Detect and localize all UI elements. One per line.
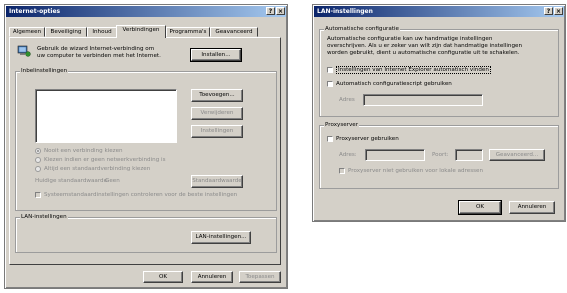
use-proxy-label: Proxyserver gebruiken: [336, 136, 399, 142]
set-default-button[interactable]: Standaardwaarde: [191, 175, 243, 188]
lan-settings-dialog: LAN-instellingen ? × Automatische config…: [312, 4, 566, 222]
auto-config-group-label: Automatische configuratie: [324, 26, 400, 32]
lan-cancel-button[interactable]: Annuleren: [509, 201, 555, 214]
help-button[interactable]: ?: [266, 7, 275, 15]
system-defaults-label: Systeemstandaardinstellingen controleren…: [44, 192, 238, 198]
radio-always-dial-label: Altijd een standaardverbinding kiezen: [44, 166, 151, 172]
add-button[interactable]: Toevoegen...: [191, 89, 243, 102]
advanced-button[interactable]: Geavanceerd...: [489, 149, 545, 161]
proxy-group-label: Proxyserver: [324, 122, 360, 128]
radio-never-dial[interactable]: [35, 148, 41, 154]
auto-config-text-3: worden gebruikt, dient u automatische co…: [327, 50, 520, 56]
current-default-value: Geen: [105, 178, 120, 184]
radio-dial-when-no-network-label: Kiezen indien er geen netwerkverbinding …: [44, 157, 166, 163]
wizard-text-line-1: Gebruik de wizard Internet-verbinding om: [37, 46, 155, 52]
apply-button[interactable]: Toepassen: [239, 271, 281, 283]
internet-options-titlebar: Internet-opties ? ×: [6, 6, 286, 17]
internet-options-dialog: Internet-opties ? × Algemeen Beveiliging…: [4, 4, 288, 289]
lan-help-button[interactable]: ?: [544, 7, 553, 15]
lan-ok-button[interactable]: OK: [458, 200, 502, 215]
tab-inhoud[interactable]: Inhoud: [87, 27, 117, 37]
script-address-label: Adres: [339, 97, 355, 103]
radio-always-dial[interactable]: [35, 166, 41, 172]
current-default-label: Huidige standaardwaarde:: [35, 178, 109, 184]
lan-settings-titlebar: LAN-instellingen ? ×: [314, 6, 564, 17]
auto-detect-label: Instellingen van Internet Explorer autom…: [336, 66, 491, 74]
port-label: Poort:: [432, 152, 449, 158]
radio-never-dial-label: Nooit een verbinding kiezen: [44, 148, 123, 154]
lan-settings-title: LAN-instellingen: [317, 8, 373, 15]
cancel-button[interactable]: Annuleren: [191, 271, 233, 283]
connection-wizard-icon: [17, 45, 31, 57]
script-address-input[interactable]: [363, 94, 483, 106]
tab-programmas[interactable]: Programma's: [166, 27, 210, 37]
use-proxy-checkbox[interactable]: [327, 136, 333, 142]
lan-close-icon[interactable]: ×: [554, 7, 563, 15]
system-defaults-checkbox[interactable]: [35, 192, 41, 198]
dialup-settings-button[interactable]: Instellingen: [191, 125, 243, 138]
dialup-connection-list[interactable]: [35, 89, 177, 143]
install-button[interactable]: Installen...: [190, 48, 242, 62]
tab-geavanceerd[interactable]: Geavanceerd: [210, 27, 258, 37]
internet-options-title: Internet-opties: [9, 8, 61, 15]
lan-settings-group-label: LAN-instellingen: [20, 214, 68, 220]
bypass-local-checkbox[interactable]: [339, 168, 345, 174]
tab-beveiliging[interactable]: Beveiliging: [45, 27, 87, 37]
close-icon[interactable]: ×: [276, 7, 285, 15]
tab-verbindingen[interactable]: Verbindingen: [116, 25, 166, 38]
auto-detect-checkbox[interactable]: [327, 67, 333, 73]
proxy-address-input[interactable]: [365, 149, 425, 161]
lan-settings-button[interactable]: LAN-instellingen...: [191, 231, 251, 244]
ok-button[interactable]: OK: [143, 271, 183, 283]
proxy-address-label: Adres:: [339, 152, 357, 158]
auto-config-text-1: Automatische configuratie kan uw handmat…: [327, 36, 493, 42]
bypass-local-label: Proxyserver niet gebruiken voor lokale a…: [348, 168, 484, 174]
auto-script-checkbox[interactable]: [327, 81, 333, 87]
wizard-text-line-2: uw computer te verbinden met het Interne…: [37, 53, 161, 59]
port-input[interactable]: [455, 149, 483, 161]
remove-button[interactable]: Verwijderen: [191, 107, 243, 120]
auto-script-label: Automatisch configuratiescript gebruiken: [336, 81, 452, 87]
auto-config-text-2: overschrijven. Als u er zeker van wilt z…: [327, 43, 523, 49]
radio-dial-when-no-network[interactable]: [35, 157, 41, 163]
tab-algemeen[interactable]: Algemeen: [9, 27, 45, 37]
dialup-settings-label: Inbelinstellingen: [20, 68, 69, 74]
